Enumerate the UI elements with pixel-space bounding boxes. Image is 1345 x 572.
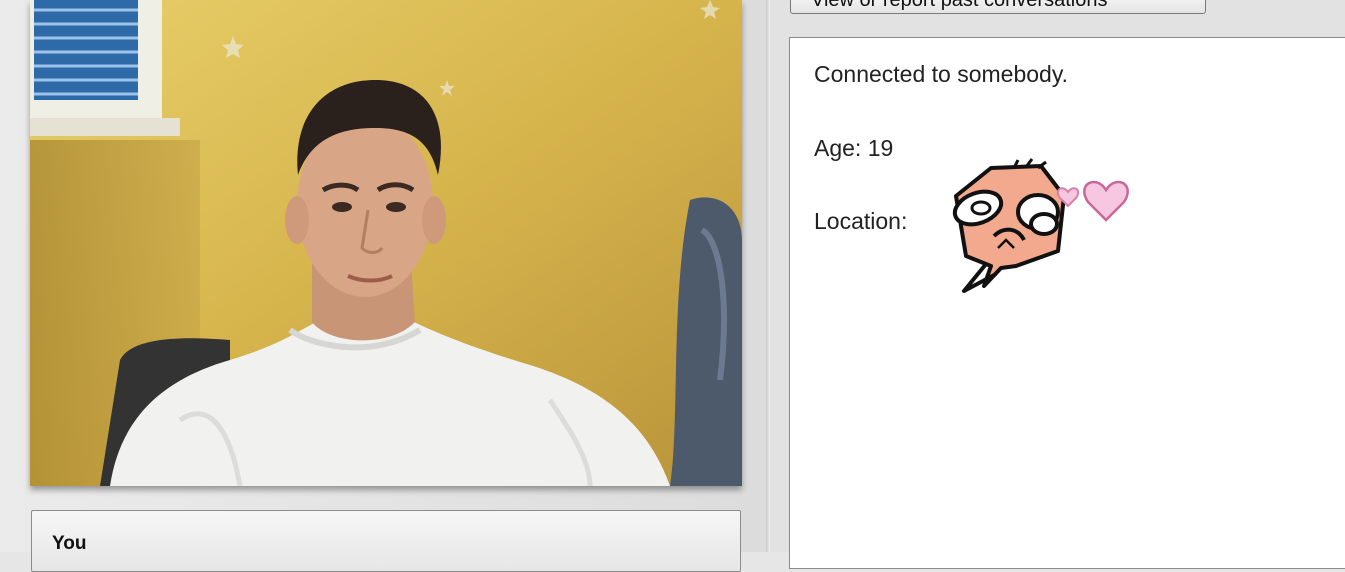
stranger-location: Location: bbox=[814, 208, 908, 234]
stranger-age: Age: 19 bbox=[814, 135, 894, 161]
self-video-panel: You bbox=[31, 510, 741, 572]
webcam-image bbox=[30, 0, 742, 486]
heart-icon bbox=[1083, 180, 1129, 222]
webcam-video-feed bbox=[30, 0, 742, 486]
chat-log: Connected to somebody. Age: 19 Location: bbox=[789, 37, 1345, 569]
connection-status-message: Connected to somebody. bbox=[814, 61, 1069, 87]
chat-column: View or report past conversations Connec… bbox=[770, 0, 1345, 569]
video-column: You bbox=[0, 0, 770, 572]
past-conversations-button[interactable]: View or report past conversations bbox=[790, 0, 1206, 14]
rage-face-sticker-icon bbox=[952, 158, 1129, 293]
